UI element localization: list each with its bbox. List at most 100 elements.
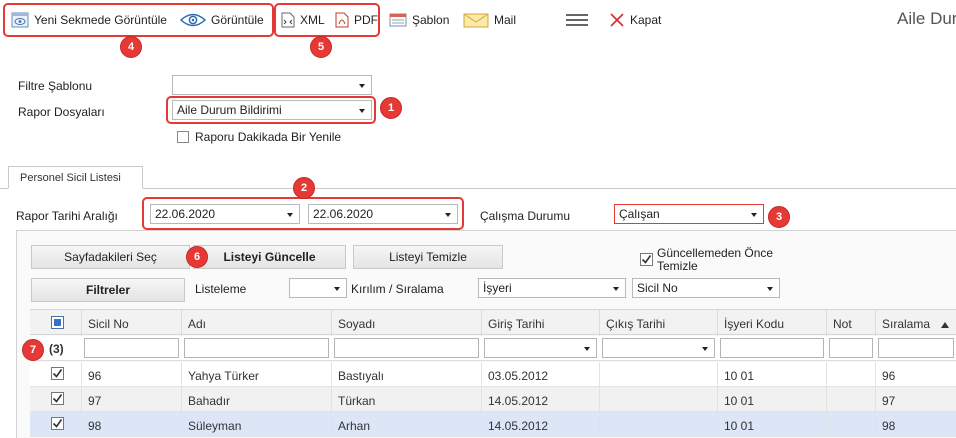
row-checkbox[interactable]	[51, 417, 64, 430]
column-header-siralama-label: Sıralama	[882, 317, 931, 331]
column-header-adi[interactable]: Adı	[181, 310, 331, 336]
table-row[interactable]: 96 Yahya Türker Bastıyalı 03.05.2012 10 …	[30, 362, 956, 387]
filter-sicil-no-input[interactable]	[84, 338, 179, 358]
chevron-down-icon	[584, 347, 590, 351]
filter-template-select[interactable]	[172, 75, 372, 95]
sort-value: Sicil No	[637, 281, 678, 295]
filter-cikis-tarihi-input[interactable]	[602, 338, 715, 358]
breakdown-select[interactable]: İşyeri	[478, 278, 626, 298]
template-label: Şablon	[412, 13, 450, 27]
column-header-siralama[interactable]: Sıralama	[875, 310, 956, 336]
annotation-badge-1: 1	[380, 97, 402, 119]
filters-button[interactable]: Filtreler	[31, 278, 185, 302]
filter-isyeri-kodu-input[interactable]	[720, 338, 824, 358]
cell-giris-tarihi: 14.05.2012	[481, 412, 599, 437]
report-files-label: Rapor Dosyaları	[18, 105, 105, 119]
column-header-giris-tarihi[interactable]: Giriş Tarihi	[481, 310, 599, 336]
clear-before-update-checkbox[interactable]	[640, 253, 653, 266]
work-status-label: Çalışma Durumu	[480, 209, 571, 223]
cell-not	[826, 362, 875, 387]
annotation-badge-3: 3	[768, 206, 790, 228]
close-icon	[610, 13, 624, 27]
breakdown-label: Kırılım / Sıralama	[351, 282, 444, 296]
tab-personnel-list[interactable]: Personel Sicil Listesi	[8, 166, 143, 189]
annotation-frame-4	[3, 3, 274, 37]
template-button[interactable]: Şablon	[389, 10, 449, 30]
column-header-sicil-no[interactable]: Sicil No	[81, 310, 181, 336]
cell-soyadi: Bastıyalı	[331, 362, 481, 387]
column-header-not[interactable]: Not	[826, 310, 875, 336]
page-title: Aile Dur	[897, 9, 956, 28]
grid-filter-row: (3)	[30, 336, 956, 361]
cell-soyadi: Arhan	[331, 412, 481, 437]
column-header-isyeri-kodu[interactable]: İşyeri Kodu	[717, 310, 826, 336]
cell-siralama: 97	[875, 387, 956, 412]
annotation-frame-1	[166, 96, 376, 124]
cell-sicil-no: 98	[81, 412, 181, 437]
cell-adi: Yahya Türker	[181, 362, 331, 387]
cell-cikis-tarihi	[599, 412, 717, 437]
work-status-value: Çalışan	[619, 207, 660, 221]
close-label: Kapat	[630, 13, 662, 27]
chevron-down-icon	[767, 287, 773, 291]
date-range-label: Rapor Tarihi Aralığı	[16, 209, 118, 223]
menu-button[interactable]	[566, 10, 588, 30]
tab-strip-line	[0, 188, 956, 189]
cell-not	[826, 412, 875, 437]
cell-soyadi: Türkan	[331, 387, 481, 412]
select-all-checkbox[interactable]	[51, 316, 64, 329]
cell-adi: Bahadır	[181, 387, 331, 412]
chevron-down-icon	[751, 213, 757, 217]
table-row[interactable]: 97 Bahadır Türkan 14.05.2012 10 01 97	[30, 387, 956, 412]
template-icon	[389, 13, 407, 27]
table-row[interactable]: 98 Süleyman Arhan 14.05.2012 10 01 98	[30, 412, 956, 437]
cell-giris-tarihi: 03.05.2012	[481, 362, 599, 387]
cell-siralama: 98	[875, 412, 956, 437]
annotation-badge-6: 6	[186, 246, 208, 268]
mail-label: Mail	[494, 13, 517, 27]
cell-sicil-no: 96	[81, 362, 181, 387]
cell-isyeri-kodu: 10 01	[717, 362, 826, 387]
refresh-every-minute-label: Raporu Dakikada Bir Yenile	[195, 130, 342, 144]
cell-isyeri-kodu: 10 01	[717, 412, 826, 437]
cell-cikis-tarihi	[599, 362, 717, 387]
mail-button[interactable]: Mail	[463, 10, 516, 30]
row-count: (3)	[49, 342, 64, 356]
cell-cikis-tarihi	[599, 387, 717, 412]
annotation-badge-7: 7	[22, 339, 44, 361]
clear-before-update-label: Güncellemeden Önce Temizle	[657, 246, 774, 273]
listing-select[interactable]	[289, 278, 347, 298]
refresh-every-minute-checkbox[interactable]	[177, 131, 189, 143]
grid-header: Sicil No Adı Soyadı Giriş Tarihi Çıkış T…	[30, 309, 956, 336]
work-status-select[interactable]: Çalışan	[614, 204, 764, 224]
filter-soyadi-input[interactable]	[334, 338, 479, 358]
update-list-button[interactable]: Listeyi Güncelle	[193, 245, 346, 269]
listing-label: Listeleme	[195, 282, 247, 296]
annotation-badge-4: 4	[120, 36, 142, 58]
column-header-soyadi[interactable]: Soyadı	[331, 310, 481, 336]
annotation-badge-5: 5	[310, 36, 332, 58]
annotation-badge-2: 2	[293, 177, 315, 199]
select-page-button[interactable]: Sayfadakileri Seç	[31, 245, 190, 269]
filter-template-label: Filtre Şablonu	[18, 79, 93, 93]
cell-sicil-no: 97	[81, 387, 181, 412]
hamburger-menu-icon	[566, 14, 588, 26]
filter-not-input[interactable]	[829, 338, 873, 358]
chevron-down-icon	[334, 287, 340, 291]
filter-adi-input[interactable]	[184, 338, 329, 358]
sort-select[interactable]: Sicil No	[632, 278, 780, 298]
filter-siralama-input[interactable]	[878, 338, 954, 358]
cell-adi: Süleyman	[181, 412, 331, 437]
cell-not	[826, 387, 875, 412]
row-checkbox[interactable]	[51, 392, 64, 405]
chevron-down-icon	[702, 347, 708, 351]
column-header-cikis-tarihi[interactable]: Çıkış Tarihi	[599, 310, 717, 336]
mail-icon	[463, 13, 489, 28]
cell-siralama: 96	[875, 362, 956, 387]
filter-giris-tarihi-input[interactable]	[484, 338, 597, 358]
cell-giris-tarihi: 14.05.2012	[481, 387, 599, 412]
clear-list-button[interactable]: Listeyi Temizle	[353, 245, 503, 269]
row-checkbox[interactable]	[51, 367, 64, 380]
chevron-down-icon	[613, 287, 619, 291]
close-button[interactable]: Kapat	[609, 10, 661, 30]
